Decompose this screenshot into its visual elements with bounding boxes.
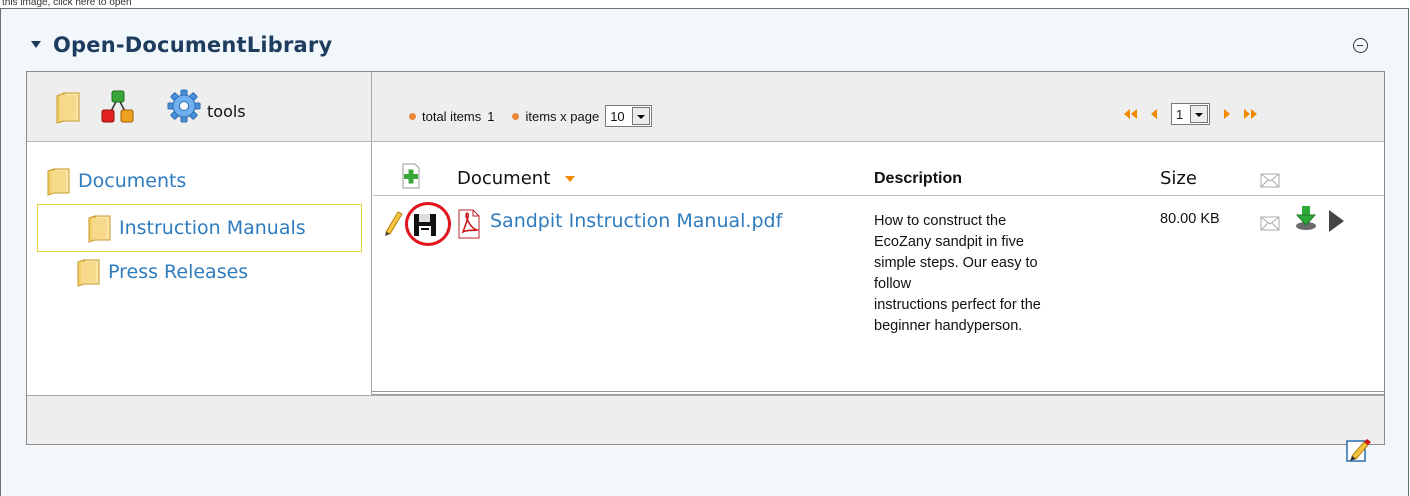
pager-toolbar: total items 1 items x page 10 1: [372, 72, 1384, 142]
add-document-icon[interactable]: [399, 162, 423, 190]
column-header-size[interactable]: Size: [1160, 168, 1197, 189]
chevron-down-icon[interactable]: [631, 107, 650, 125]
pager-info: total items 1 items x page 10: [409, 105, 652, 127]
items-per-page-label: items x page: [525, 108, 600, 124]
tree-item-documents[interactable]: Documents: [45, 166, 186, 196]
document-description: How to construct the EcoZany sandpit in …: [874, 213, 1041, 334]
column-header-description[interactable]: Description: [874, 170, 962, 188]
tree-item-label: Documents: [78, 170, 187, 192]
document-panel: total items 1 items x page 10 1 Document…: [372, 72, 1384, 395]
bullet-icon: [409, 112, 416, 120]
tree-item-instruction-manuals[interactable]: Instruction Manuals: [37, 204, 362, 252]
portlet-frame: Open-DocumentLibrary tools Documents Ins…: [0, 8, 1409, 496]
folder-icon: [47, 168, 70, 196]
highlight-circle: [405, 202, 451, 246]
download-icon[interactable]: [1294, 204, 1318, 232]
sort-desc-icon[interactable]: [565, 176, 575, 182]
pdf-icon[interactable]: [456, 209, 482, 239]
header-divider: [373, 195, 1384, 196]
page-select-value: 1: [1176, 106, 1184, 122]
first-page-icon[interactable]: [1124, 109, 1137, 119]
items-per-page-select[interactable]: 10: [605, 105, 652, 127]
folder-icon[interactable]: [54, 90, 82, 124]
edit-pencil-icon[interactable]: [383, 208, 405, 236]
tree-item-press-releases[interactable]: Press Releases: [75, 257, 248, 287]
portlet-title-text: Open-DocumentLibrary: [53, 33, 333, 57]
tree-structure-icon[interactable]: [100, 89, 136, 125]
bullet-icon: [512, 112, 520, 120]
pager-nav: 1: [1124, 103, 1258, 125]
minimize-icon[interactable]: [1353, 38, 1368, 53]
folder-icon: [77, 259, 100, 287]
portlet-title[interactable]: Open-DocumentLibrary: [31, 33, 332, 57]
page-select[interactable]: 1: [1171, 103, 1211, 125]
library-footer: [27, 395, 1384, 444]
items-per-page-value: 10: [610, 108, 625, 124]
tree-item-label: Press Releases: [108, 261, 249, 283]
next-page-icon[interactable]: [1224, 109, 1231, 119]
edit-portlet-icon[interactable]: [1345, 437, 1371, 463]
prev-page-icon[interactable]: [1151, 109, 1157, 119]
tools-label[interactable]: tools: [207, 102, 246, 121]
tree-item-label: Instruction Manuals: [119, 217, 306, 239]
left-toolbar: tools: [27, 72, 371, 142]
column-header-document[interactable]: Document: [457, 168, 550, 189]
page-caption: this image, click here to open: [2, 0, 132, 8]
mail-icon[interactable]: [1260, 173, 1280, 188]
gear-icon[interactable]: [167, 89, 201, 123]
chevron-down-icon[interactable]: [1190, 105, 1209, 123]
document-library: tools Documents Instruction Manuals Pres…: [26, 71, 1385, 445]
document-link[interactable]: Sandpit Instruction Manual.pdf: [490, 210, 782, 232]
total-items-value: 1: [487, 108, 495, 124]
folder-icon: [88, 215, 111, 243]
collapse-arrow-icon[interactable]: [31, 41, 41, 48]
mail-icon[interactable]: [1260, 216, 1280, 231]
total-items-label: total items: [422, 108, 482, 124]
play-icon[interactable]: [1326, 208, 1346, 234]
folder-panel: tools Documents Instruction Manuals Pres…: [27, 72, 372, 395]
document-size: 80.00 KB: [1160, 211, 1220, 227]
last-page-icon[interactable]: [1244, 109, 1258, 119]
